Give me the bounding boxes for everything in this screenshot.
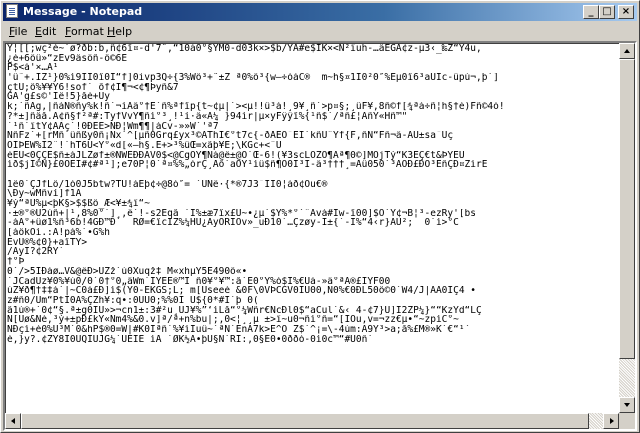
horizontal-scrollbar[interactable] [5,413,619,429]
maximize-button[interactable]: □ [599,5,615,19]
text-line: ?*±]ñâå.Á¢ñ§f²ª#:TyfVvŸ¶ñì°³¸!¹í·ä«À¼ }9… [7,111,408,122]
text-line: P$<à'×…À¹ [7,63,59,74]
text-line: /ÂyÏ?¢2RY` [7,247,65,258]
text-line: GÀ'g£s©'Îê!5}åé+Üy [7,92,110,103]
scroll-down-button[interactable] [619,397,635,413]
text-line: z#ñ0/Um“PtÏ0À%ÇZh¥:q•:0ÙÙ0;%%0Ï Ù${0*#Ì`… [7,295,259,306]
text-line: \Ðy~wMñví]f1À [7,189,82,199]
scroll-up-button[interactable] [619,43,635,59]
scroll-up-arrow-icon [624,49,630,53]
menu-edit[interactable]: Edit [33,25,58,38]
text-line: `JCadÛz¥0%¥ú0/0`0†°0„äWm`IÝEE®™Ï ñ0¥°¥™:… [7,276,391,287]
text-line: ¿é+6öü»“zEv9äsöñ-ô©6É [7,53,128,64]
scroll-right-arrow-icon [610,418,614,424]
scroll-left-arrow-icon [11,418,15,424]
scroll-right-button[interactable] [603,413,619,429]
text-line: `¹ñ`ïtY¢ÃÅç`!0ÐÉE>ÑÐ¦Wm¶¶|àCv-»»W`'ª7 [7,121,219,132]
text-line: ÒÎÞEW%Ï2¨!`hT6Ú<Ý°«d[«—h§.E+>³%üŒ=xãþ¥E;… [7,140,282,151]
text-line: -àÀ°+üø1%ñ³6b!4GÐ™Ð` RØ=€îcÏZ%¼HÜ¿ÁyÖRÏÓ… [7,218,459,229]
menu-help[interactable]: Help [105,25,134,38]
minimize-icon: _ [588,6,594,17]
text-line: N[Ûø&Ñè,³ý+±pÐ£kÝ«Nm4%&0.v]ª/ª+n%bu|;,0<… [7,315,459,325]
text-line: çtÜ;ô%¥¥Ý6!sof` õf¢Í¶¬<¢¶Þyñ&7 [7,82,179,93]
text-line: ·±®°®Ü2úñ+|¹,8%0°`]¸,ë`!-s2Eqã `Ì%±æ7îx£… [7,208,476,219]
close-button[interactable]: × [618,5,634,19]
text-line: èEÙ<0ÇÇE$ñ±àJLZøf±®ÑWEÐÐÁV0$<@CgÒÝ¶Nà@ê±… [7,150,465,161]
text-line: 1ê0`ÇJfLö/1ó0J5btw?TU!àEþ¢÷@8ò″= `ÙNë·{*… [7,179,328,190]
text-line: 0`/>5ÏÐàø…V&@ëÐ>UZž`ù0Xuqž‡ M«xhµÝ5È490ô… [7,266,248,277]
text-line: ¥ý“ªÚ%µ<þK§>$$ßö_Æ<¥±¾ï“~ [7,199,150,209]
title-bar[interactable]: Message - Notepad _ □ × [3,3,637,21]
text-line: 'ü˜+.ÌZ¹}0%ì9ÏÎ0î0Ï“f]0ivp3Q÷{3%Wö³+ˆ±Ž … [7,73,499,83]
text-editor[interactable]: Y¦[[;wç²è~`ø?ðb:b,ñ¢6î¤-d'7ˆ,“10à0°§ÝM0-… [3,41,637,431]
horizontal-scroll-thumb[interactable] [21,413,589,429]
maximize-icon: □ [602,6,612,17]
scroll-left-button[interactable] [5,413,21,429]
window-title: Message - Notepad [23,5,143,18]
text-line: è,}y?.¢ZÝ8Ì0ÙQÌÙJG¼`ÙÉÏE ìÅ `ØK½Á•þÚ§Ñ`R… [7,334,374,345]
minimize-button[interactable]: _ [583,5,599,19]
menu-bar: File Edit Format Help [3,22,637,41]
notepad-icon[interactable] [6,4,18,18]
text-line: k;`ñÁg,|ñàÑ®ñy%k!ñ`¬ìÁä°†Ê`ñ%ªfîp{t~¢µ|`… [7,102,505,112]
text-line: NÐçì+é0%Û³M`0&hP$®0=W|#K0Îªñ`%¥ìÎuü~`ªÑ`… [7,324,471,335]
text-line: EvÙ®%¢0}+aîTY> [7,237,88,248]
text-line [7,170,619,180]
scroll-down-arrow-icon [624,403,630,407]
text-line: †°Þ [7,257,25,267]
close-icon: × [621,6,631,17]
text-content[interactable]: Y¦[[;wç²è~`ø?ðb:b,ñ¢6î¤-d'7ˆ,“10à0°§ÝM0-… [7,44,619,415]
menu-format[interactable]: Format [63,25,106,38]
text-line: Y¦[[;wç²è~`ø?ðb:b,ñ¢6î¤-d'7ˆ,“10à0°§ÝM0-… [7,44,482,54]
text-line: ã1ú®+`0¢“§.ª±g0ÍÙ»>¬cn1±:3#²u¸ÙJ¥%”‘ìLå“… [7,305,482,316]
scrollbar-corner [619,413,635,429]
text-line: ìð$jÎ©Ñ}£0ÓEÎ#¢#ª¹];e70P¦0`ª¤%%„órÇ¸Åõ`a… [7,160,488,170]
text-line: úZ¥ð¶†‡‡à`|~C0à£Ð]ì$(Ý0-EKGS;L; m[Useeé … [7,286,476,296]
menu-file[interactable]: File [7,25,29,38]
vertical-scroll-thumb[interactable] [619,59,635,359]
text-line: [àôkÒì.:À!pà%`•G%h [7,228,110,238]
notepad-window: Message - Notepad _ □ × File Edit Format… [0,0,640,433]
vertical-scrollbar[interactable] [619,43,635,413]
text-line: ÑñFz`+[rMñ`üñßy0ñ¡Ñx`^[µñ0Grq£yx³©ÄThÎ€°… [7,131,454,141]
